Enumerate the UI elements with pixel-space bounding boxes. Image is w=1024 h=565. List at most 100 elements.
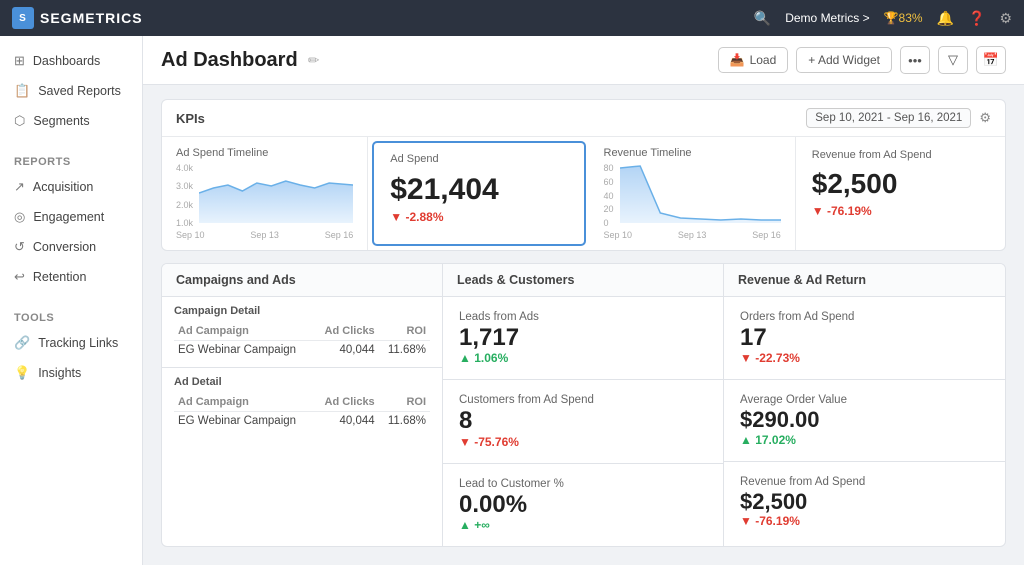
sidebar-item-tracking-links[interactable]: 🔗 Tracking Links xyxy=(0,328,142,358)
metric-value: 1,717 xyxy=(459,325,707,351)
ad-detail-label: Ad Detail xyxy=(174,376,430,388)
calendar-button[interactable]: 📅 xyxy=(976,46,1006,74)
average-order-value-metric: Average Order Value $290.00 ▲ 17.02% xyxy=(724,380,1005,461)
sidebar-item-label: Retention xyxy=(33,270,87,284)
topnav-right: 🔍 Demo Metrics > 🏆83% 🔔 ❓ ⚙ xyxy=(754,10,1012,27)
content-header: Ad Dashboard ✏ 📥 Load + Add Widget ••• ▽… xyxy=(143,36,1024,85)
help-icon[interactable]: ❓ xyxy=(968,10,985,27)
page-title: Ad Dashboard xyxy=(161,49,298,72)
kpi-card-label: Revenue Timeline xyxy=(604,147,781,159)
kpi-card-ad-spend-timeline: Ad Spend Timeline 4.0k3.0k2.0k1.0k xyxy=(162,137,368,250)
sidebar-item-retention[interactable]: ↩ Retention xyxy=(0,262,142,292)
leads-from-ads-metric: Leads from Ads 1,717 ▲ 1.06% xyxy=(443,297,723,380)
campaign-detail-label: Campaign Detail xyxy=(174,305,430,317)
campaign-name: EG Webinar Campaign xyxy=(174,341,314,360)
col-header-clicks: Ad Clicks xyxy=(314,322,379,341)
more-options-button[interactable]: ••• xyxy=(900,46,930,74)
search-icon[interactable]: 🔍 xyxy=(754,10,771,27)
load-button[interactable]: 📥 Load xyxy=(718,47,789,73)
orders-from-ad-spend-metric: Orders from Ad Spend 17 ▼ -22.73% xyxy=(724,297,1005,380)
sidebar-item-label: Acquisition xyxy=(33,180,93,194)
metric-change: ▼ -76.19% xyxy=(740,514,989,528)
col-header-campaign: Ad Campaign xyxy=(174,393,314,412)
logo-icon: S xyxy=(12,7,34,29)
campaign-detail-section: Campaign Detail Ad Campaign Ad Clicks RO… xyxy=(162,297,442,368)
filter-button[interactable]: ▽ xyxy=(938,46,968,74)
metric-value: $290.00 xyxy=(740,408,989,432)
campaign-name: EG Webinar Campaign xyxy=(174,412,314,431)
kpi-card-change: ▼ -2.88% xyxy=(390,210,567,224)
metric-value: 8 xyxy=(459,408,707,434)
kpi-title: KPIs xyxy=(176,111,205,126)
revenue-from-ad-spend-metric: Revenue from Ad Spend $2,500 ▼ -76.19% xyxy=(724,462,1005,542)
metric-label: Leads from Ads xyxy=(459,311,707,323)
leads-column: Leads from Ads 1,717 ▲ 1.06% Customers f… xyxy=(443,297,724,546)
logo: S SEGMETRICS xyxy=(12,7,143,29)
sidebar-item-dashboards[interactable]: ⊞ Dashboards xyxy=(0,46,142,76)
kpi-card-revenue-timeline: Revenue Timeline 806040200 xyxy=(590,137,796,250)
edit-icon[interactable]: ✏ xyxy=(308,52,320,69)
revenue-column: Orders from Ad Spend 17 ▼ -22.73% Averag… xyxy=(724,297,1005,546)
metric-change: ▲ +∞ xyxy=(459,518,707,532)
sidebar: ⊞ Dashboards 📋 Saved Reports ⬡ Segments … xyxy=(0,36,143,565)
sidebar-reports-section: Reports ↗ Acquisition ◎ Engagement ↺ Con… xyxy=(0,140,142,296)
col-header-campaign: Ad Campaign xyxy=(174,322,314,341)
metric-label: Revenue from Ad Spend xyxy=(740,476,989,488)
demo-metrics-link[interactable]: Demo Metrics > xyxy=(785,11,869,25)
lead-to-customer-metric: Lead to Customer % 0.00% ▲ +∞ xyxy=(443,464,723,546)
kpi-card-label: Ad Spend xyxy=(390,153,567,165)
sidebar-item-label: Segments xyxy=(33,114,89,128)
sidebar-item-label: Conversion xyxy=(33,240,96,254)
acquisition-icon: ↗ xyxy=(14,179,25,195)
metric-label: Customers from Ad Spend xyxy=(459,394,707,406)
kpi-card-value: $21,404 xyxy=(390,173,567,206)
revenue-header: Revenue & Ad Return xyxy=(724,264,1005,297)
sidebar-item-engagement[interactable]: ◎ Engagement xyxy=(0,202,142,232)
ad-clicks: 40,044 xyxy=(314,341,379,360)
metric-change: ▼ -22.73% xyxy=(740,351,989,365)
metric-change: ▲ 17.02% xyxy=(740,433,989,447)
sidebar-item-label: Insights xyxy=(38,366,81,380)
sidebar-item-conversion[interactable]: ↺ Conversion xyxy=(0,232,142,262)
ad-detail-section: Ad Detail Ad Campaign Ad Clicks ROI xyxy=(162,368,442,438)
table-row: EG Webinar Campaign 40,044 11.68% xyxy=(174,412,430,431)
tracking-links-icon: 🔗 xyxy=(14,335,30,351)
kpi-card-ad-spend[interactable]: Ad Spend $21,404 ▼ -2.88% xyxy=(372,141,585,246)
roi: 11.68% xyxy=(379,412,430,431)
sidebar-item-segments[interactable]: ⬡ Segments xyxy=(0,106,142,136)
trophy-badge: 🏆83% xyxy=(884,11,923,25)
sidebar-top-section: ⊞ Dashboards 📋 Saved Reports ⬡ Segments xyxy=(0,36,142,140)
campaigns-header: Campaigns and Ads xyxy=(162,264,443,297)
leads-header: Leads & Customers xyxy=(443,264,724,297)
dashboards-icon: ⊞ xyxy=(14,53,25,69)
table-row: EG Webinar Campaign 40,044 11.68% xyxy=(174,341,430,360)
metric-value: 17 xyxy=(740,325,989,351)
ad-clicks: 40,044 xyxy=(314,412,379,431)
sidebar-item-insights[interactable]: 💡 Insights xyxy=(0,358,142,388)
kpi-card-change: ▼ -76.19% xyxy=(812,204,989,218)
main-layout: ⊞ Dashboards 📋 Saved Reports ⬡ Segments … xyxy=(0,36,1024,565)
metric-change: ▲ 1.06% xyxy=(459,351,707,365)
sidebar-item-acquisition[interactable]: ↗ Acquisition xyxy=(0,172,142,202)
kpi-section: KPIs Sep 10, 2021 - Sep 16, 2021 ⚙ Ad Sp… xyxy=(161,99,1006,251)
dashboard-body: KPIs Sep 10, 2021 - Sep 16, 2021 ⚙ Ad Sp… xyxy=(143,85,1024,565)
settings-icon[interactable]: ⚙ xyxy=(999,10,1012,27)
ad-detail-table: Ad Campaign Ad Clicks ROI EG Webinar Cam… xyxy=(174,393,430,430)
retention-icon: ↩ xyxy=(14,269,25,285)
sidebar-tools-section: Tools 🔗 Tracking Links 💡 Insights xyxy=(0,296,142,392)
campaigns-column: Campaign Detail Ad Campaign Ad Clicks RO… xyxy=(162,297,443,546)
sidebar-item-label: Saved Reports xyxy=(38,84,121,98)
kpi-settings-icon[interactable]: ⚙ xyxy=(979,110,991,126)
kpi-card-label: Revenue from Ad Spend xyxy=(812,149,989,161)
metric-label: Orders from Ad Spend xyxy=(740,311,989,323)
col-header-clicks: Ad Clicks xyxy=(314,393,379,412)
tools-section-label: Tools xyxy=(0,306,142,328)
notifications-icon[interactable]: 🔔 xyxy=(937,10,954,27)
load-icon: 📥 xyxy=(730,53,745,67)
sidebar-item-saved-reports[interactable]: 📋 Saved Reports xyxy=(0,76,142,106)
metric-value: 0.00% xyxy=(459,492,707,518)
conversion-icon: ↺ xyxy=(14,239,25,255)
add-widget-button[interactable]: + Add Widget xyxy=(796,47,892,73)
kpi-cards: Ad Spend Timeline 4.0k3.0k2.0k1.0k xyxy=(162,137,1005,250)
kpi-date-range[interactable]: Sep 10, 2021 - Sep 16, 2021 xyxy=(806,108,971,128)
